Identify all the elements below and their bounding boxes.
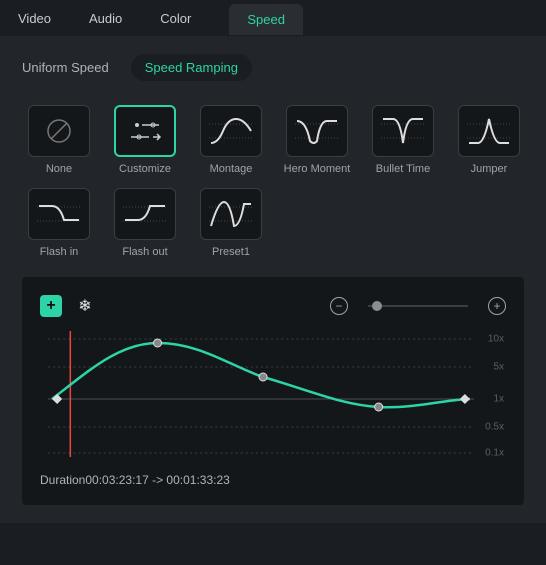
y-label-1x: 1x [493,394,504,405]
top-tabs: Video Audio Color Speed [0,0,546,36]
add-keyframe-button[interactable]: + [40,295,62,317]
plus-icon: + [46,297,55,315]
zoom-slider-thumb[interactable] [372,301,382,311]
minus-icon: − [335,300,342,312]
duration-row: Duration00:03:23:17 -> 00:01:33:23 [40,473,506,487]
duration-label: Duration [40,473,85,487]
preset-hero-moment[interactable]: Hero Moment [280,105,354,176]
preset-customize[interactable]: Customize [108,105,182,176]
subtab-uniform-speed[interactable]: Uniform Speed [22,60,109,75]
none-icon [45,117,73,145]
speed-panel: Uniform Speed Speed Ramping None Customi… [0,36,546,523]
preset-none[interactable]: None [22,105,96,176]
preset-flash-in[interactable]: Flash in [22,188,96,259]
bullet-icon [378,111,428,151]
preset-flash-out[interactable]: Flash out [108,188,182,259]
sub-tabs: Uniform Speed Speed Ramping [22,54,524,81]
speed-curve-svg [48,331,474,457]
zoom-slider[interactable] [368,305,468,307]
preset-jumper-label: Jumper [471,163,508,176]
duration-value: 00:03:23:17 -> 00:01:33:23 [85,473,229,487]
y-label-5x: 5x [493,362,504,373]
zoom-out-button[interactable]: − [330,297,348,315]
y-label-05x: 0.5x [485,422,504,433]
flashout-icon [120,194,170,234]
preset-hero-moment-label: Hero Moment [284,163,351,176]
tab-audio[interactable]: Audio [89,11,122,26]
graph-toolbar: + ❄ − + [40,295,506,317]
preset-bullet-time[interactable]: Bullet Time [366,105,440,176]
tab-video[interactable]: Video [18,11,51,26]
flashin-icon [34,194,84,234]
preset-grid: None Customize Montage Hero Moment Bulle [22,105,524,259]
y-label-10x: 10x [488,334,504,345]
snowflake-icon: ❄ [78,296,91,316]
preset-none-label: None [46,163,72,176]
preset-preset1-label: Preset1 [212,246,250,259]
preset-flash-in-label: Flash in [40,246,79,259]
preset-montage-label: Montage [210,163,253,176]
tab-color[interactable]: Color [160,11,191,26]
plus-icon: + [493,300,500,312]
preset-customize-label: Customize [119,163,171,176]
preset-flash-out-label: Flash out [122,246,167,259]
hero-icon [292,111,342,151]
preset-montage[interactable]: Montage [194,105,268,176]
freeze-frame-button[interactable]: ❄ [74,295,96,317]
y-label-01x: 0.1x [485,448,504,459]
customize-icon [125,116,165,146]
preset-bullet-time-label: Bullet Time [376,163,430,176]
preset-jumper[interactable]: Jumper [452,105,526,176]
preset-preset1[interactable]: Preset1 [194,188,268,259]
montage-icon [206,111,256,151]
speed-graph[interactable]: 10x 5x 1x 0.5x 0.1x [48,331,474,457]
preset1-icon [206,194,256,234]
zoom-in-button[interactable]: + [488,297,506,315]
graph-panel: + ❄ − + [22,277,524,505]
tab-speed[interactable]: Speed [229,4,303,35]
jumper-icon [464,111,514,151]
subtab-speed-ramping[interactable]: Speed Ramping [131,54,252,81]
